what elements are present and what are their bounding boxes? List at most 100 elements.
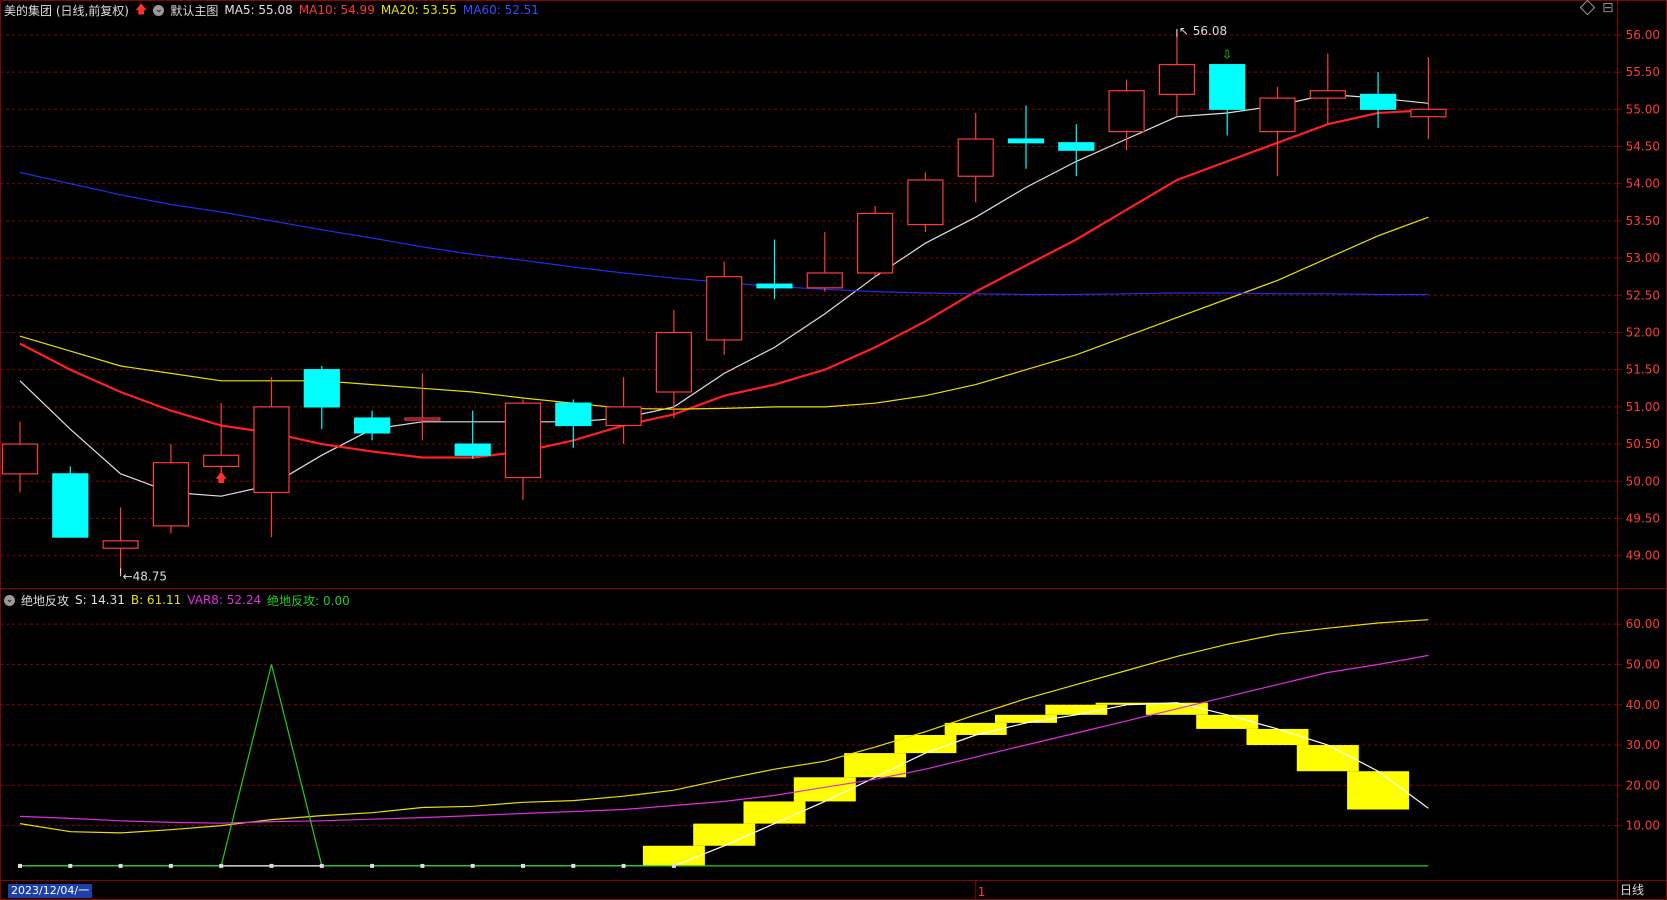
period-label[interactable]: 日线 — [1620, 881, 1644, 898]
indicator-tick-label: 50.00 — [1626, 657, 1660, 671]
candle-up — [152, 462, 189, 527]
ma20-label: MA20: 53.55 — [380, 3, 457, 17]
s-bar — [743, 801, 806, 824]
candle-up — [1108, 90, 1145, 133]
indicator-header: ⌄ 绝地反攻 S: 14.31 B: 61.11 VAR8: 52.24 绝地反… — [0, 591, 350, 609]
high-price-label: ↖ 56.08 — [1179, 24, 1227, 38]
diamond-icon[interactable] — [1579, 0, 1596, 16]
s-point-marker — [68, 863, 73, 868]
s-point-marker — [219, 863, 224, 868]
candle-down — [1359, 93, 1397, 110]
stock-title[interactable]: 美的集团 (日线,前复权) — [4, 2, 129, 19]
buy-arrow-icon: 🡅 — [215, 471, 227, 485]
s-point-marker — [269, 863, 274, 868]
candle-up — [907, 179, 944, 226]
s-value-label: S: 14.31 — [75, 593, 125, 607]
s-bar — [1045, 704, 1108, 715]
jdfg-value-label: 绝地反攻: 0.00 — [267, 593, 350, 608]
candle-up — [1410, 108, 1447, 118]
sell-arrow-icon: ⇩ — [1222, 48, 1232, 62]
up-arrow-icon[interactable]: 🡅 — [135, 0, 147, 21]
price-tick-label: 52.50 — [1626, 288, 1660, 302]
candle-up — [1158, 64, 1196, 95]
s-point-marker — [319, 863, 324, 868]
candle-down — [52, 473, 89, 538]
ma10-label: MA10: 54.99 — [298, 3, 375, 17]
candle-up — [856, 212, 894, 274]
candle-up — [102, 540, 139, 549]
s-bar — [793, 777, 856, 802]
s-point-marker — [521, 863, 525, 868]
indicator-tick-label: 30.00 — [1626, 738, 1660, 752]
indicator-tick-label: 20.00 — [1626, 778, 1660, 792]
price-tick-label: 53.00 — [1626, 251, 1660, 265]
collapse-icon[interactable]: ⊟ — [1602, 0, 1614, 16]
s-bar — [894, 734, 957, 754]
outer-frame — [0, 0, 1667, 900]
s-bar — [1196, 714, 1259, 729]
s-point-marker — [168, 863, 173, 868]
price-tick-label: 51.50 — [1626, 363, 1660, 377]
ma60-label: MA60: 52.51 — [462, 3, 539, 17]
s-point-marker — [370, 863, 375, 868]
month-divider-label: 1 — [978, 885, 986, 899]
s-point-marker — [18, 863, 22, 868]
candle-up — [203, 454, 240, 467]
s-bar — [944, 722, 1007, 735]
price-tick-label: 54.00 — [1626, 177, 1660, 191]
candle-down — [555, 402, 592, 427]
price-tick-label: 54.50 — [1626, 139, 1660, 153]
candle-down — [354, 417, 391, 434]
s-bar — [642, 845, 705, 866]
var8-value-label: VAR8: 52.24 — [187, 593, 262, 607]
candle-up — [605, 406, 642, 427]
s-point-marker — [671, 863, 676, 868]
price-tick-label: 55.00 — [1626, 102, 1660, 116]
indicator-tick-label: 10.00 — [1626, 819, 1660, 833]
candle-up — [1309, 90, 1346, 99]
low-price-label: ←48.75 — [123, 569, 167, 583]
indicator-gear-icon[interactable]: ⌄ — [4, 594, 15, 606]
indicator-tick-label: 40.00 — [1626, 698, 1660, 712]
candle-up — [1259, 97, 1296, 133]
b-value-label: B: 61.11 — [130, 593, 182, 607]
template-name[interactable]: 默认主图 — [170, 2, 218, 19]
s-point-marker — [621, 863, 626, 868]
indicator-tick-label: 60.00 — [1626, 617, 1660, 631]
candle-up — [504, 402, 542, 479]
cursor-date-label: 2023/12/04/一 — [8, 884, 93, 898]
candle-up — [655, 331, 693, 393]
indicator-line-var8 — [19, 654, 1429, 824]
price-tick-label: 51.00 — [1626, 400, 1660, 414]
candle-down — [1209, 64, 1246, 110]
s-point-marker — [118, 863, 123, 868]
candle-up — [1, 443, 39, 475]
s-point-marker — [571, 863, 576, 868]
candle-down — [756, 283, 793, 289]
price-tick-label: 49.50 — [1626, 511, 1660, 525]
price-tick-label: 50.50 — [1626, 437, 1660, 451]
candle-up — [404, 417, 441, 421]
price-tick-label: 56.00 — [1626, 28, 1660, 42]
kline-chart-canvas[interactable]: 49.00 49.50 50.00 50.50 51.00 51.50 52.00 52.50… — [0, 0, 1667, 900]
price-tick-label: 49.00 — [1626, 549, 1660, 563]
price-tick-label: 55.50 — [1626, 65, 1660, 79]
candle-up — [806, 272, 843, 289]
s-bar — [1347, 771, 1410, 810]
candle-down — [1058, 142, 1095, 151]
candle-up — [706, 276, 743, 341]
indicator-name[interactable]: 绝地反攻 — [21, 592, 69, 609]
candle-up — [957, 138, 994, 177]
candle-down — [1007, 138, 1045, 144]
ma5-label: MA5: 55.08 — [224, 3, 293, 17]
s-bar — [693, 823, 756, 846]
gear-icon[interactable]: ⌄ — [153, 4, 165, 16]
candle-down — [303, 369, 340, 408]
candle-down — [454, 443, 491, 456]
s-bar — [1246, 728, 1309, 746]
s-point-marker — [470, 863, 475, 868]
main-chart-header: 美的集团 (日线,前复权) 🡅 ⌄ 默认主图 MA5: 55.08 MA10: … — [0, 1, 539, 19]
candle-up — [253, 406, 290, 494]
price-tick-label: 53.50 — [1626, 214, 1660, 228]
s-point-marker — [420, 863, 425, 868]
